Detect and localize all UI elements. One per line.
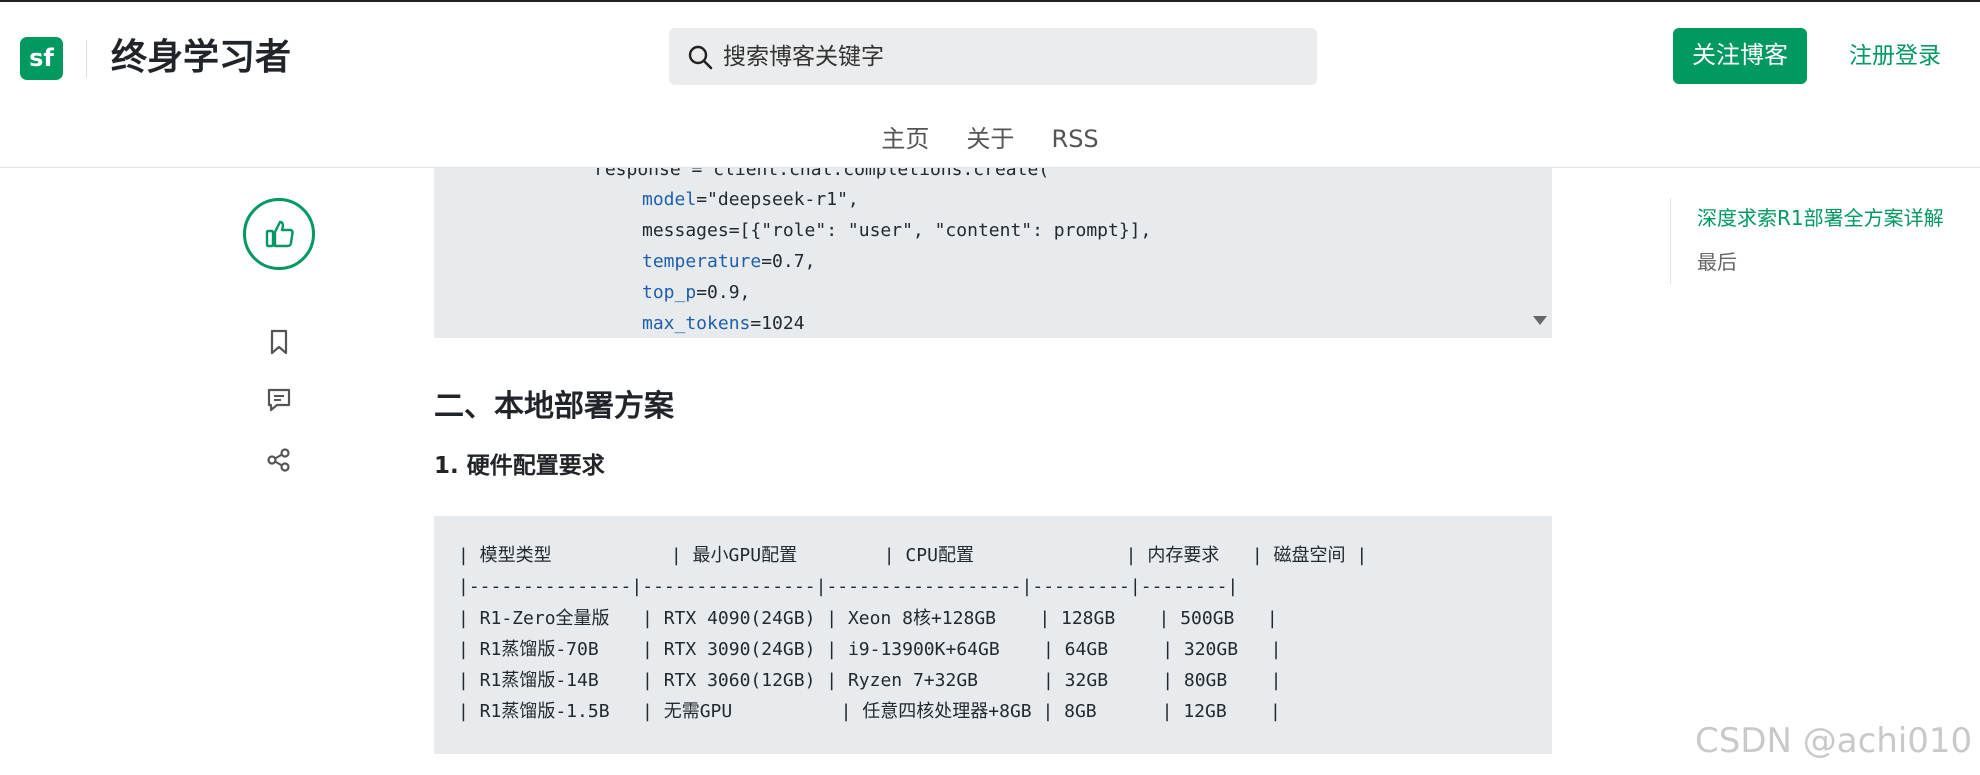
table-line: | R1蒸馏版-1.5B | 无需GPU | 任意四核处理器+8GB | 8GB… [458,701,1281,722]
scroll-down-arrow-icon[interactable] [1533,316,1547,325]
code-value: =1024 [750,313,805,334]
like-button[interactable] [243,198,315,270]
code-param: max_tokens [642,313,751,334]
site-logo[interactable]: sf [20,37,63,80]
site-title[interactable]: 终身学习者 [111,32,291,84]
table-of-contents: 深度求索R1部署全方案详解 最后 [1670,198,1970,284]
search-icon [688,45,713,70]
code-value: =0.9, [696,282,751,303]
code-line: model="deepseek-r1", [642,188,859,212]
code-line: messages=[{"role": "user", "content": pr… [642,220,1152,241]
toc-item[interactable]: 最后 [1697,248,1737,276]
code-block[interactable]: response = client.chat.completions.creat… [434,168,1552,338]
share-icon[interactable] [265,446,293,474]
code-value: =0.7, [761,251,816,272]
toc-item-active[interactable]: 深度求索R1部署全方案详解 [1697,204,1944,232]
logo-divider [86,40,87,78]
thumbs-up-icon [265,220,294,248]
code-line: top_p=0.9, [642,281,750,305]
code-param: model [642,189,697,210]
nav-item-rss[interactable]: RSS [1052,122,1099,156]
comment-icon[interactable] [265,386,293,414]
search-input[interactable] [723,28,1303,85]
subsection-heading: 1. 硬件配置要求 [434,453,605,479]
register-login-link[interactable]: 注册登录 [1849,40,1941,72]
site-header: sf 终身学习者 关注博客 注册登录 主页 关于 RSS [0,2,1980,168]
nav-item-home[interactable]: 主页 [881,122,929,156]
table-line: | 模型类型 | 最小GPU配置 | CPU配置 | 内存要求 | 磁盘空间 | [458,545,1368,566]
code-line: response = client.chat.completions.creat… [594,168,1050,180]
code-line: temperature=0.7, [642,250,815,274]
table-line: | R1蒸馏版-14B | RTX 3060(12GB) | Ryzen 7+3… [458,670,1282,691]
section-heading: 二、本地部署方案 [434,389,674,424]
code-param: top_p [642,282,697,303]
main-nav: 主页 关于 RSS [0,122,1980,156]
follow-blog-button[interactable]: 关注博客 [1673,28,1807,84]
table-line: | R1-Zero全量版 | RTX 4090(24GB) | Xeon 8核+… [458,608,1278,629]
table-line: | R1蒸馏版-70B | RTX 3090(24GB) | i9-13900K… [458,639,1282,660]
bookmark-icon[interactable] [265,328,293,356]
hardware-table-block[interactable]: | 模型类型 | 最小GPU配置 | CPU配置 | 内存要求 | 磁盘空间 |… [434,516,1552,754]
watermark: CSDN @achi010 [1695,721,1973,761]
search-box[interactable] [669,28,1317,85]
table-line: |---------------|----------------|------… [458,576,1239,597]
nav-item-about[interactable]: 关于 [966,122,1014,156]
code-line: max_tokens=1024 [642,312,805,336]
code-value: ="deepseek-r1", [696,189,859,210]
code-param: temperature [642,251,762,272]
